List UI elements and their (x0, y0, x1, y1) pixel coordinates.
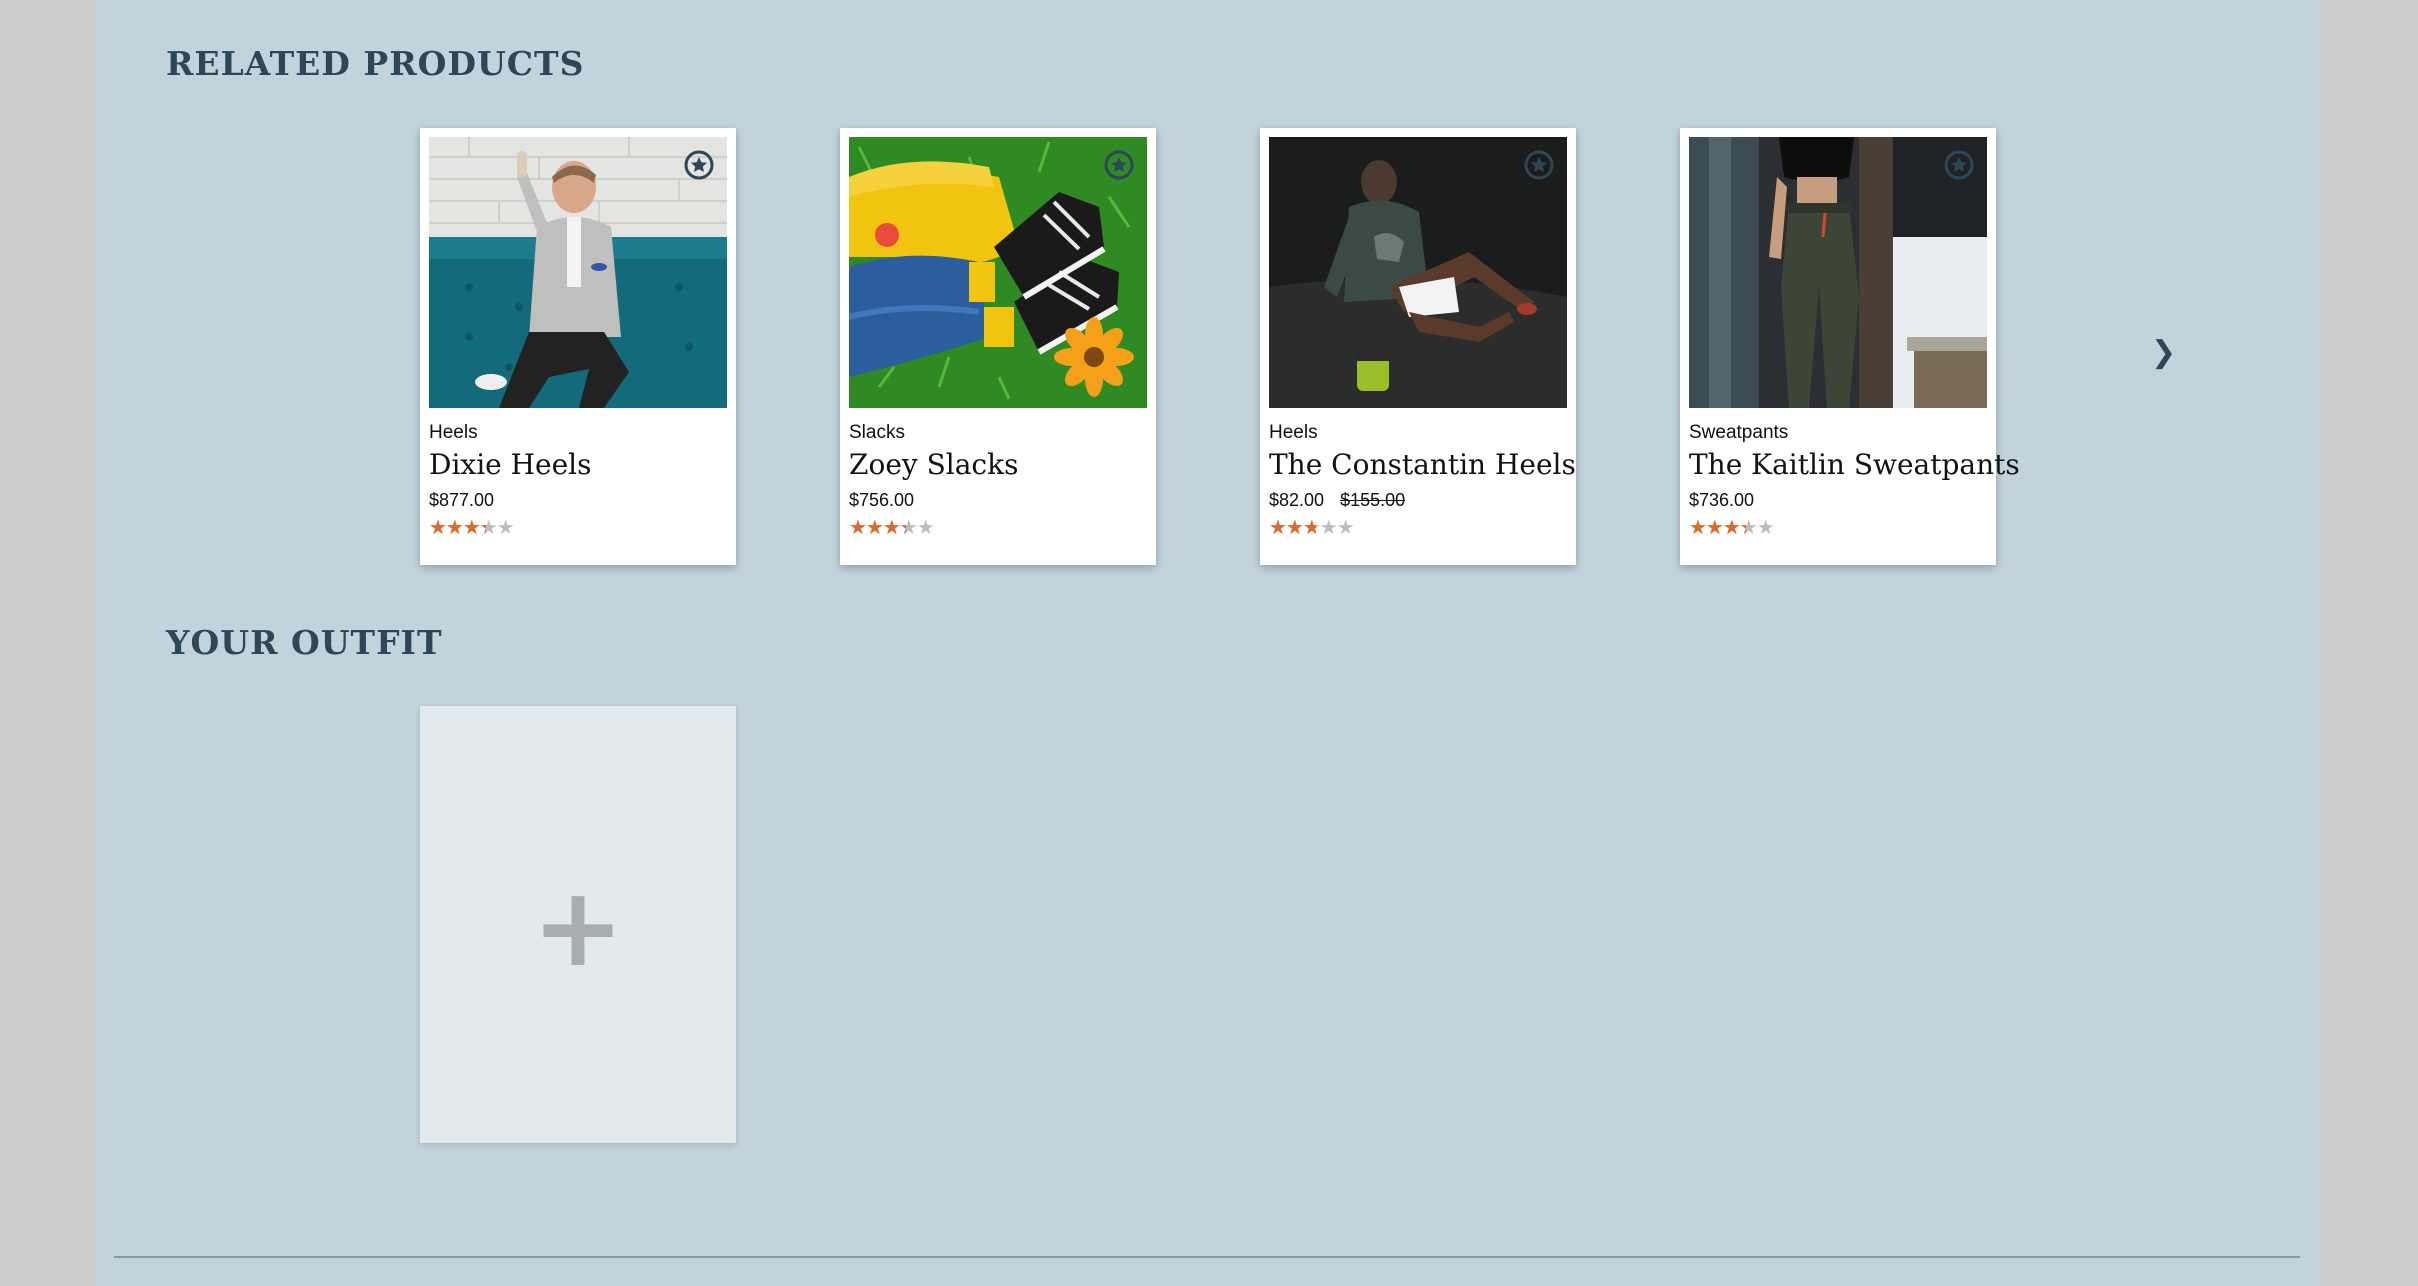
chevron-right-icon[interactable]: ❯ (2151, 335, 2176, 370)
plus-icon: + (531, 862, 625, 991)
star-rating-filled: ★★★★★ (429, 516, 486, 538)
product-price: $736.00 (1689, 490, 1754, 511)
sale-price: $877.00 (429, 490, 495, 510)
related-products-title: RELATED PRODUCTS (166, 44, 585, 83)
star-rating-filled: ★★★★★ (1689, 516, 1746, 538)
product-image[interactable] (429, 137, 727, 408)
star-circle-icon[interactable] (683, 149, 715, 181)
product-price: $756.00 (849, 490, 914, 511)
star-rating: ★★★★★ ★★★★★ (1269, 516, 1369, 538)
star-circle-icon[interactable] (1943, 149, 1975, 181)
sale-price: $736.00 (1689, 490, 1755, 510)
product-price: $82.00 $155.00 (1269, 490, 1405, 511)
star-rating-filled: ★★★★★ (1269, 516, 1316, 538)
star-rating-filled: ★★★★★ (849, 516, 906, 538)
product-category: Sweatpants (1689, 422, 1789, 443)
product-name[interactable]: The Kaitlin Sweatpants (1689, 448, 2020, 481)
star-rating: ★★★★★ ★★★★★ (429, 516, 529, 538)
product-category: Heels (429, 422, 478, 443)
your-outfit-title: YOUR OUTFIT (166, 623, 443, 662)
product-category: Slacks (849, 422, 905, 443)
product-name[interactable]: Dixie Heels (429, 448, 592, 481)
product-card[interactable]: Heels Dixie Heels $877.00 ★★★★★ ★★★★★ (420, 128, 736, 565)
original-price: $155.00 (1340, 490, 1406, 510)
product-image[interactable] (849, 137, 1147, 408)
star-rating: ★★★★★ ★★★★★ (1689, 516, 1789, 538)
footer-divider (114, 1256, 2300, 1258)
page-content: RELATED PRODUCTS Heels Dixie Heels $877.… (96, 0, 2318, 1286)
add-to-outfit-button[interactable]: + (420, 706, 736, 1143)
star-circle-icon[interactable] (1523, 149, 1555, 181)
product-image[interactable] (1269, 137, 1567, 408)
sale-price: $756.00 (849, 490, 915, 510)
star-circle-icon[interactable] (1103, 149, 1135, 181)
sale-price: $82.00 (1269, 490, 1325, 510)
product-category: Heels (1269, 422, 1318, 443)
product-card[interactable]: Sweatpants The Kaitlin Sweatpants $736.0… (1680, 128, 2020, 565)
product-name[interactable]: The Constantin Heels (1269, 448, 1576, 481)
product-image[interactable] (1689, 137, 1987, 408)
product-card[interactable]: Heels The Constantin Heels $82.00 $155.00… (1260, 128, 1576, 565)
product-card[interactable]: Slacks Zoey Slacks $756.00 ★★★★★ ★★★★★ (840, 128, 1156, 565)
product-price: $877.00 (429, 490, 494, 511)
product-name[interactable]: Zoey Slacks (849, 448, 1018, 481)
star-rating: ★★★★★ ★★★★★ (849, 516, 949, 538)
